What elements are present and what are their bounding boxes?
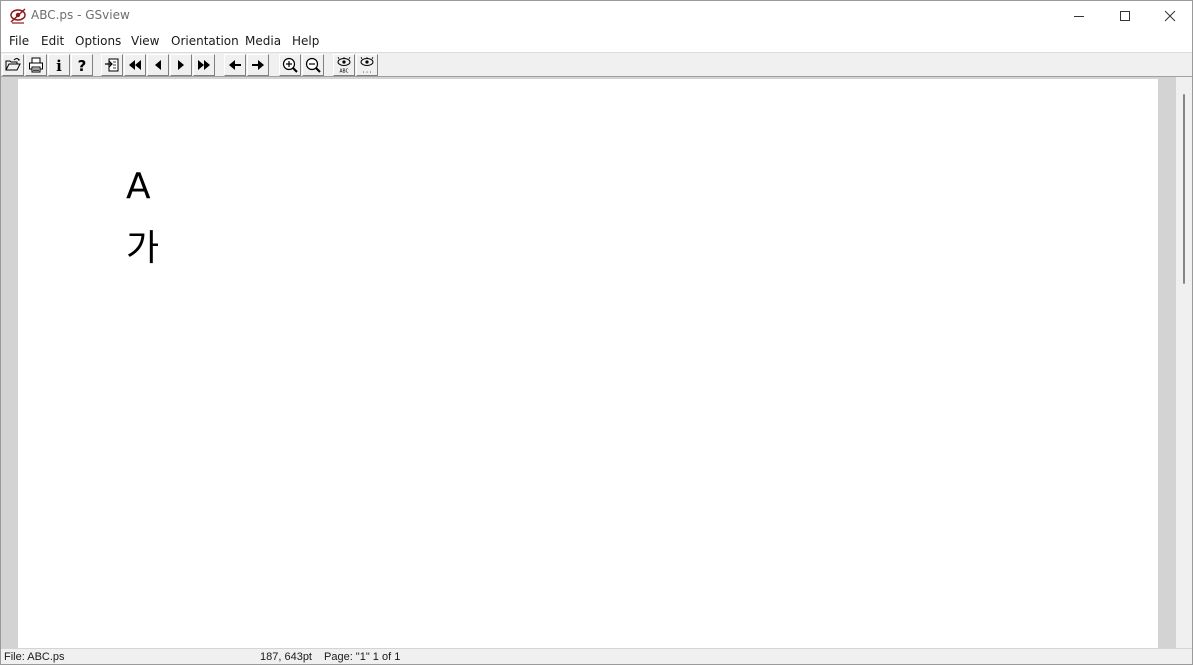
- help-icon: ?: [78, 57, 87, 73]
- info-button[interactable]: i: [48, 54, 70, 76]
- first-page-icon: [129, 60, 141, 70]
- arrow-left-icon: [229, 60, 241, 70]
- svg-text:...: ...: [362, 68, 373, 74]
- svg-text:ABC: ABC: [339, 69, 348, 74]
- goto-page-icon: [105, 58, 119, 72]
- open-folder-icon: [5, 58, 21, 71]
- minimize-icon: [1074, 16, 1084, 17]
- document-text-line-1: A: [126, 166, 151, 207]
- minimize-button[interactable]: [1056, 1, 1102, 31]
- menu-options[interactable]: Options: [75, 34, 121, 48]
- menu-orientation[interactable]: Orientation: [171, 34, 239, 48]
- status-page: Page: "1" 1 of 1: [324, 651, 401, 663]
- goto-page-button[interactable]: [101, 54, 123, 76]
- last-page-button[interactable]: [193, 54, 215, 76]
- prev-page-button[interactable]: [147, 54, 169, 76]
- window-title: ABC.ps - GSview: [31, 8, 130, 22]
- prev-page-icon: [155, 60, 161, 70]
- menu-view[interactable]: View: [131, 34, 159, 48]
- maximize-button[interactable]: [1102, 1, 1148, 31]
- menu-bar: File Edit Options View Orientation Media…: [1, 31, 1192, 52]
- document-viewport[interactable]: A 가: [1, 77, 1176, 648]
- status-file: File: ABC.ps: [4, 651, 65, 663]
- document-page[interactable]: A 가: [18, 79, 1158, 648]
- find-text-icon: ABC: [337, 57, 351, 74]
- open-button[interactable]: [2, 54, 24, 76]
- document-text-line-2: 가: [126, 228, 160, 269]
- forward-button[interactable]: [247, 54, 269, 76]
- maximize-icon: [1120, 11, 1130, 21]
- menu-help[interactable]: Help: [292, 34, 319, 48]
- print-button[interactable]: [25, 54, 47, 76]
- first-page-button[interactable]: [124, 54, 146, 76]
- zoom-out-button[interactable]: [302, 54, 324, 76]
- close-icon: [1164, 10, 1176, 22]
- svg-text:i: i: [56, 57, 62, 73]
- menu-media[interactable]: Media: [245, 34, 281, 48]
- back-button[interactable]: [224, 54, 246, 76]
- help-button[interactable]: ?: [71, 54, 93, 76]
- find-next-button[interactable]: ...: [356, 54, 378, 76]
- gsview-window: ABC.ps - GSview File Edit Options View O…: [0, 0, 1193, 665]
- next-page-icon: [178, 60, 184, 70]
- title-bar[interactable]: ABC.ps - GSview: [1, 1, 1192, 31]
- status-coordinates: 187, 643pt: [260, 651, 312, 663]
- arrow-right-icon: [252, 60, 264, 70]
- menu-file[interactable]: File: [9, 34, 29, 48]
- zoom-in-button[interactable]: [279, 54, 301, 76]
- status-bar: File: ABC.ps 187, 643pt Page: "1" 1 of 1: [1, 648, 1192, 664]
- zoom-out-icon: [305, 57, 321, 73]
- gsview-app-icon: [9, 7, 27, 25]
- scrollbar-thumb[interactable]: [1183, 94, 1185, 284]
- svg-text:?: ?: [78, 57, 87, 73]
- printer-icon: [29, 57, 43, 73]
- vertical-scrollbar[interactable]: [1176, 77, 1192, 648]
- menu-edit[interactable]: Edit: [41, 34, 64, 48]
- next-page-button[interactable]: [170, 54, 192, 76]
- last-page-icon: [198, 60, 210, 70]
- zoom-in-icon: [282, 57, 298, 73]
- find-text-button[interactable]: ABC: [333, 54, 355, 76]
- toolbar: i ? ABC ...: [1, 52, 1192, 77]
- find-next-icon: ...: [360, 57, 374, 74]
- close-button[interactable]: [1147, 1, 1192, 31]
- info-icon: i: [56, 57, 62, 73]
